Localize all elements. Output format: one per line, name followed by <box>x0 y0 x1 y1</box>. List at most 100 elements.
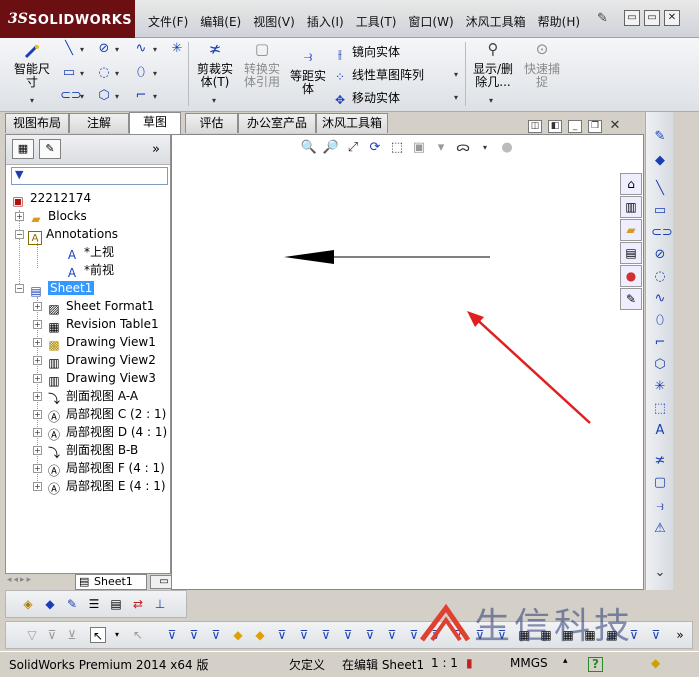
pattern-dropdown-icon[interactable]: ▾ <box>454 70 458 79</box>
dropdown-icon[interactable]: ▾ <box>109 627 125 643</box>
viewport-btn[interactable]: ◫ <box>528 120 542 133</box>
convert-entities-icon[interactable]: ▢ <box>651 474 669 492</box>
text-icon[interactable]: ⬚ <box>651 400 669 418</box>
dropdown-icon[interactable]: ▾ <box>476 139 494 157</box>
arc-icon[interactable]: ◌ <box>651 268 669 286</box>
linear-pattern-button[interactable]: ⁘ 线性草图阵列 <box>332 66 424 84</box>
filter-dowel-icon[interactable]: ⊽ <box>648 627 664 643</box>
ellipse-dropdown-icon[interactable]: ▾ <box>153 69 157 78</box>
line-style-icon[interactable]: ▤ <box>108 596 124 612</box>
expand-icon[interactable]: + <box>33 410 42 419</box>
unit-system[interactable]: MMGS <box>510 656 548 670</box>
ellipse-icon[interactable]: ⬯ <box>132 65 150 81</box>
spline-icon[interactable]: ∿ <box>651 290 669 308</box>
menu-window[interactable]: 窗口(W) <box>402 10 459 30</box>
pin-icon[interactable]: ✎ <box>597 11 608 26</box>
close-doc-button[interactable]: ✕ <box>608 119 622 133</box>
move-entities-button[interactable]: ✥ 移动实体 <box>332 89 400 107</box>
expand-panel-icon[interactable]: » <box>152 142 160 157</box>
hide-show-icon[interactable]: ▾ <box>432 139 450 157</box>
circle-icon[interactable]: ⊘ <box>651 246 669 264</box>
trim-icon[interactable]: ≭ <box>651 452 669 470</box>
select-cursor-icon[interactable]: ↖ <box>90 627 106 643</box>
layer-icon[interactable]: ◈ <box>20 596 36 612</box>
maximize-button[interactable]: ▭ <box>644 10 660 26</box>
custom-properties-icon[interactable]: ✎ <box>620 288 642 310</box>
tree-item[interactable]: + ⤵ 剖面视图 A-A <box>33 387 138 406</box>
tree-item[interactable]: + ▩ Drawing View1 <box>33 333 156 352</box>
offset-icon[interactable]: ⥽ <box>651 498 669 516</box>
filter-sketch-icon[interactable]: ⊽ <box>318 627 334 643</box>
line-thickness-icon[interactable]: ☰ <box>86 596 102 612</box>
property-manager-icon[interactable]: ✎ <box>39 139 61 159</box>
polygon-icon[interactable]: ⬡ <box>95 88 113 104</box>
drawing-canvas[interactable] <box>171 134 644 590</box>
display-delete-relations-button[interactable]: ⚲ 显示/删除几... <box>470 42 516 89</box>
filter-axes-icon[interactable]: ⊽ <box>274 627 290 643</box>
move-dropdown-icon[interactable]: ▾ <box>454 93 458 102</box>
collapse-icon[interactable]: − <box>15 284 24 293</box>
units-dropdown-icon[interactable]: ▴ <box>563 656 568 666</box>
spline-icon[interactable]: ∿ <box>132 41 150 57</box>
filter-icon[interactable]: ▽ <box>24 627 40 643</box>
expand-icon[interactable]: + <box>33 320 42 329</box>
expand-icon[interactable]: + <box>33 482 42 491</box>
file-explorer-icon[interactable]: ▰ <box>620 219 642 241</box>
rebuild-indicator-icon[interactable]: ▮ <box>466 656 473 670</box>
tab-evaluate[interactable]: 评估 <box>185 113 238 133</box>
rectangle-icon[interactable]: ▭ <box>651 202 669 220</box>
filter-edges-icon[interactable]: ⊽ <box>186 627 202 643</box>
expand-icon[interactable]: + <box>33 446 42 455</box>
close-button[interactable]: ✕ <box>664 10 680 26</box>
fillet-icon[interactable]: ⌐ <box>651 334 669 352</box>
quick-snaps-button[interactable]: ⊙ 快速捕捉 <box>522 42 562 89</box>
ellipse-icon[interactable]: ⬯ <box>651 312 669 330</box>
polygon-dropdown-icon[interactable]: ▾ <box>115 92 119 101</box>
edit-sketch-icon[interactable]: ✎ <box>651 128 669 146</box>
expand-icon[interactable]: + <box>33 338 42 347</box>
tree-filter-input[interactable]: ▼ <box>11 167 168 185</box>
viewport-btn[interactable]: ◧ <box>548 120 562 133</box>
spline-dropdown-icon[interactable]: ▾ <box>153 45 157 54</box>
appearances-icon[interactable]: ● <box>620 265 642 287</box>
menu-edit[interactable]: 编辑(E) <box>194 10 247 30</box>
restore-button[interactable]: ▭ <box>624 10 640 26</box>
hide-show-edges-icon[interactable]: ⇄ <box>130 596 146 612</box>
line-color-icon[interactable]: ✎ <box>64 596 80 612</box>
expand-icon[interactable]: + <box>33 464 42 473</box>
view-palette-icon[interactable]: ▤ <box>620 242 642 264</box>
menu-view[interactable]: 视图(V) <box>247 10 301 30</box>
filter-solid-icon[interactable]: ◆ <box>252 627 268 643</box>
tree-item[interactable]: + ▥ Drawing View3 <box>33 369 156 388</box>
slot-icon[interactable]: ⊂⊃ <box>651 224 673 242</box>
tab-sketch[interactable]: 草图 <box>129 112 181 134</box>
solidworks-logo[interactable]: 3S SOLIDWORKS <box>0 0 135 38</box>
menu-mufeng-toolbox[interactable]: 沐风工具箱 <box>460 10 532 30</box>
tree-item[interactable]: + Ⓐ 局部视图 F (4 : 1) <box>33 459 165 478</box>
filter-faces-icon[interactable]: ⊽ <box>208 627 224 643</box>
arc-dropdown-icon[interactable]: ▾ <box>115 69 119 78</box>
convert-entities-button[interactable]: ▢ 转换实体引用 <box>240 42 284 89</box>
home-icon[interactable]: ⌂ <box>620 173 642 195</box>
arc-icon[interactable]: ◌ <box>95 65 113 81</box>
slot-dropdown-icon[interactable]: ▾ <box>80 92 84 101</box>
tree-item[interactable]: + Ⓐ 局部视图 C (2 : 1) <box>33 405 166 424</box>
tree-root[interactable]: ▣ 22212174 <box>10 189 91 208</box>
help-button[interactable]: ? <box>588 657 603 672</box>
tree-top-view[interactable]: A *上视 <box>64 243 114 262</box>
zoom-previous-icon[interactable]: ⤢ <box>344 139 362 157</box>
polygon-icon[interactable]: ⬡ <box>651 356 669 374</box>
construction-icon[interactable]: A <box>651 422 669 440</box>
display-style-icon[interactable]: ▣ <box>410 139 428 157</box>
rectangle-icon[interactable]: ▭ <box>60 65 78 81</box>
filter-notes-icon[interactable]: ⊽ <box>384 627 400 643</box>
tree-item[interactable]: + ▥ Drawing View2 <box>33 351 156 370</box>
line-dropdown-icon[interactable]: ▾ <box>80 45 84 54</box>
color-display-icon[interactable]: ⊥ <box>152 596 168 612</box>
fillet-dropdown-icon[interactable]: ▾ <box>153 92 157 101</box>
smart-dim-dropdown-icon[interactable]: ▾ <box>30 96 34 105</box>
sheet-tab[interactable]: ▤ Sheet1 <box>75 574 147 590</box>
more-filters-icon[interactable]: » <box>672 627 688 643</box>
zoom-to-fit-icon[interactable]: 🔍 <box>300 139 318 157</box>
circle-icon[interactable]: ⊘ <box>95 41 113 57</box>
